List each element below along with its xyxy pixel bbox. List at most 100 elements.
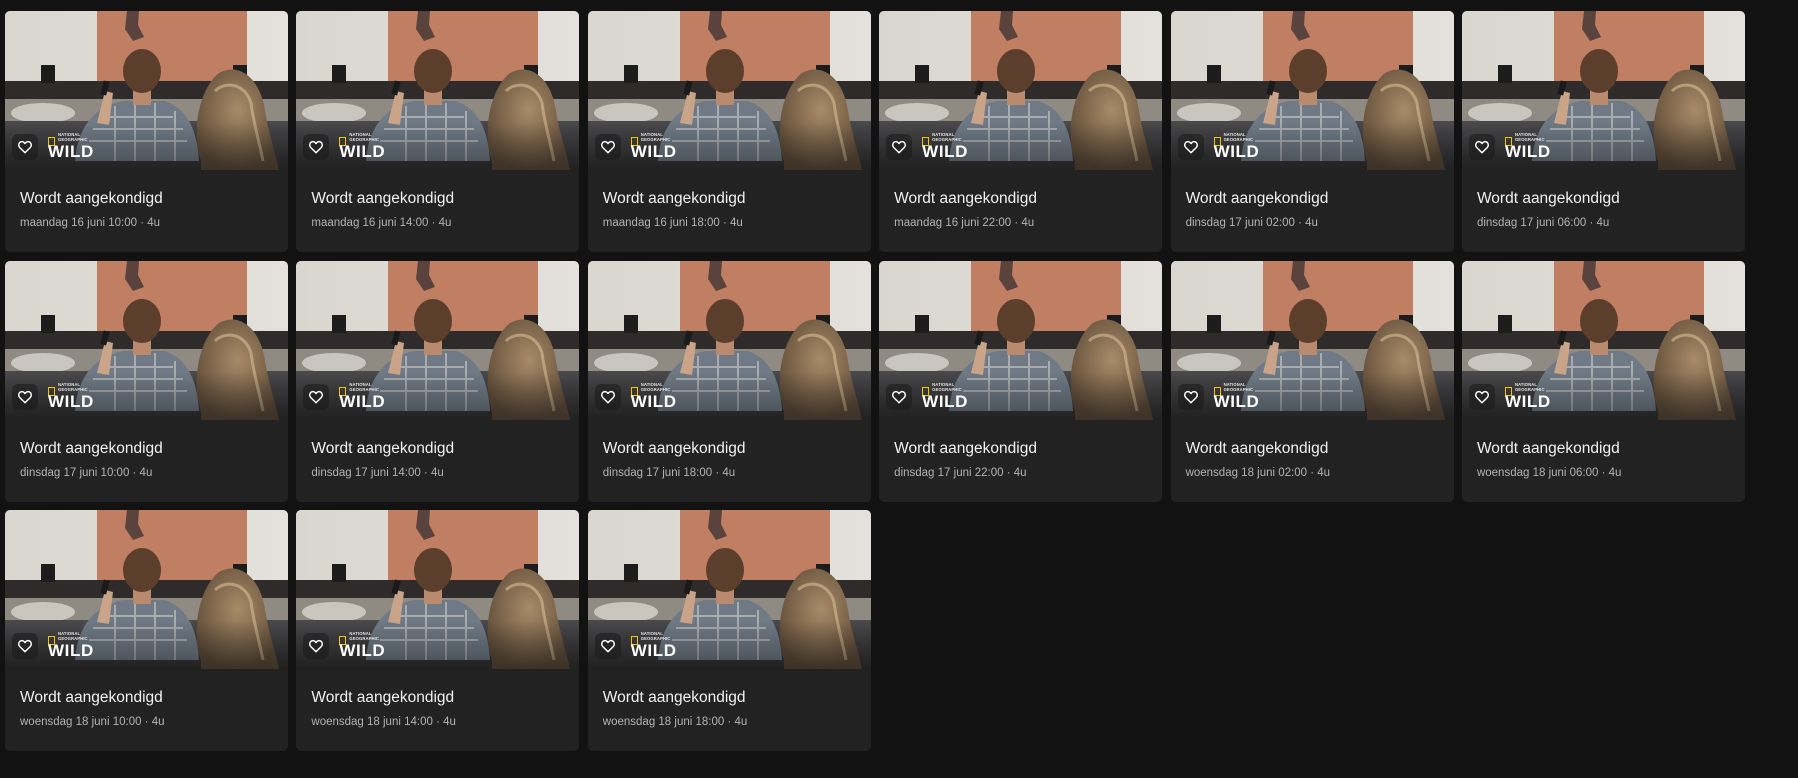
program-card[interactable]: NATIONAL GEOGRAPHIC WILD Wordt aangekond… [1461,260,1745,502]
program-thumbnail[interactable]: NATIONAL GEOGRAPHIC WILD [879,260,1163,420]
program-title: Wordt aangekondigd [1185,439,1329,457]
program-thumbnail[interactable]: NATIONAL GEOGRAPHIC WILD [5,11,288,170]
program-thumbnail[interactable]: NATIONAL GEOGRAPHIC WILD [1170,11,1454,170]
cushion-left-shape [593,352,658,373]
program-meta: dinsdag 17 juni 02:00 · 4u [1185,217,1318,229]
program-meta: maandag 16 juni 14:00 · 4u [311,217,452,229]
program-thumbnail[interactable]: NATIONAL GEOGRAPHIC WILD [587,11,871,170]
brand-top-text: NATIONAL GEOGRAPHIC [1223,132,1254,142]
program-thumbnail[interactable]: NATIONAL GEOGRAPHIC WILD [296,510,580,669]
channel-logo: NATIONAL GEOGRAPHIC WILD [922,132,968,160]
favorite-button[interactable] [303,383,330,410]
program-info: Wordt aangekondigd dinsdag 17 juni 06:00… [1462,170,1745,230]
program-title: Wordt aangekondigd [1476,439,1620,457]
favorite-button[interactable] [886,134,913,160]
man-head-shape [705,49,744,93]
program-card[interactable]: NATIONAL GEOGRAPHIC WILD Wordt aangekond… [587,260,871,502]
cushion-left-shape [1176,352,1241,373]
favorite-button[interactable] [594,134,621,160]
channel-logo: NATIONAL GEOGRAPHIC WILD [339,631,385,659]
program-card[interactable]: NATIONAL GEOGRAPHIC WILD Wordt aangekond… [296,510,580,751]
brand-main-text: WILD [630,391,677,411]
program-card[interactable]: NATIONAL GEOGRAPHIC WILD Wordt aangekond… [1461,11,1745,252]
brand-top-text: NATIONAL GEOGRAPHIC [932,381,962,392]
channel-logo: NATIONAL GEOGRAPHIC WILD [630,381,677,411]
heart-outline-icon [1474,390,1489,403]
man-head-shape [414,548,453,592]
program-title: Wordt aangekondigd [602,190,746,207]
speaker-left-shape [332,564,347,582]
favorite-button[interactable] [1177,134,1204,160]
program-thumbnail[interactable]: NATIONAL GEOGRAPHIC WILD [1170,260,1454,420]
program-thumbnail[interactable]: NATIONAL GEOGRAPHIC WILD [587,260,871,420]
program-card[interactable]: NATIONAL GEOGRAPHIC WILD Wordt aangekond… [879,11,1163,252]
program-thumbnail[interactable]: NATIONAL GEOGRAPHIC WILD [5,510,288,669]
favorite-button[interactable] [594,633,621,659]
favorite-button[interactable] [12,383,38,410]
cushion-left-shape [593,602,658,622]
program-thumbnail[interactable]: NATIONAL GEOGRAPHIC WILD [1461,260,1745,420]
favorite-button[interactable] [1468,383,1495,410]
program-info: Wordt aangekondigd dinsdag 17 juni 10:00… [5,420,288,480]
man-head-shape [997,298,1036,343]
program-meta: dinsdag 17 juni 18:00 · 4u [602,466,736,479]
program-info: Wordt aangekondigd maandag 16 juni 22:00… [879,170,1162,230]
speaker-left-shape [1206,65,1221,83]
favorite-button[interactable] [12,134,38,160]
channel-logo: NATIONAL GEOGRAPHIC WILD [630,631,677,659]
brand-top-text: NATIONAL GEOGRAPHIC [640,381,671,392]
favorite-button[interactable] [594,383,621,410]
brand-top-text: NATIONAL GEOGRAPHIC [58,631,88,641]
program-card[interactable]: NATIONAL GEOGRAPHIC WILD Wordt aangekond… [587,11,871,252]
favorite-button[interactable] [303,633,330,659]
program-card[interactable]: NATIONAL GEOGRAPHIC WILD Wordt aangekond… [5,260,288,502]
program-card[interactable]: NATIONAL GEOGRAPHIC WILD Wordt aangekond… [296,11,580,252]
cushion-left-shape [302,352,367,373]
program-thumbnail[interactable]: NATIONAL GEOGRAPHIC WILD [5,260,288,420]
brand-main-text: WILD [1504,142,1551,161]
favorite-button[interactable] [1468,134,1495,160]
favorite-button[interactable] [12,633,38,659]
program-title: Wordt aangekondigd [20,190,163,207]
brand-top-text: NATIONAL GEOGRAPHIC [349,381,380,392]
program-title: Wordt aangekondigd [1185,190,1329,207]
program-thumbnail[interactable]: NATIONAL GEOGRAPHIC WILD [296,260,580,420]
program-card[interactable]: NATIONAL GEOGRAPHIC WILD Wordt aangekond… [5,11,288,252]
program-info: Wordt aangekondigd woensdag 18 juni 18:0… [588,669,871,729]
heart-outline-icon [309,140,324,154]
channel-logo: NATIONAL GEOGRAPHIC WILD [48,382,94,410]
heart-outline-icon [600,140,615,154]
channel-logo: NATIONAL GEOGRAPHIC WILD [1213,132,1260,160]
man-head-shape [123,548,161,592]
cushion-left-shape [11,602,75,622]
brand-main-text: WILD [48,641,94,660]
program-card[interactable]: NATIONAL GEOGRAPHIC WILD Wordt aangekond… [879,260,1163,502]
program-thumbnail[interactable]: NATIONAL GEOGRAPHIC WILD [1461,11,1745,170]
speaker-left-shape [41,65,55,83]
speaker-left-shape [623,564,638,582]
program-thumbnail[interactable]: NATIONAL GEOGRAPHIC WILD [296,11,580,170]
program-thumbnail[interactable]: NATIONAL GEOGRAPHIC WILD [879,11,1163,170]
speaker-left-shape [1497,65,1512,83]
speaker-left-shape [915,314,930,333]
brand-main-text: WILD [339,391,386,411]
program-card[interactable]: NATIONAL GEOGRAPHIC WILD Wordt aangekond… [296,260,580,502]
favorite-button[interactable] [303,134,330,160]
program-card[interactable]: NATIONAL GEOGRAPHIC WILD Wordt aangekond… [1170,260,1454,502]
favorite-button[interactable] [1177,383,1204,410]
program-card[interactable]: NATIONAL GEOGRAPHIC WILD Wordt aangekond… [5,510,288,751]
program-thumbnail[interactable]: NATIONAL GEOGRAPHIC WILD [587,510,871,669]
program-info: Wordt aangekondigd dinsdag 17 juni 18:00… [588,420,871,480]
favorite-button[interactable] [886,383,913,410]
program-card[interactable]: NATIONAL GEOGRAPHIC WILD Wordt aangekond… [587,510,871,751]
man-head-shape [705,548,744,592]
speaker-left-shape [623,65,638,83]
program-title: Wordt aangekondigd [311,689,455,706]
cushion-left-shape [11,352,75,373]
man-head-shape [997,49,1036,93]
program-title: Wordt aangekondigd [311,439,455,457]
cushion-left-shape [885,103,950,123]
program-card[interactable]: NATIONAL GEOGRAPHIC WILD Wordt aangekond… [1170,11,1454,252]
man-head-shape [1288,298,1327,343]
heart-outline-icon [17,390,33,403]
